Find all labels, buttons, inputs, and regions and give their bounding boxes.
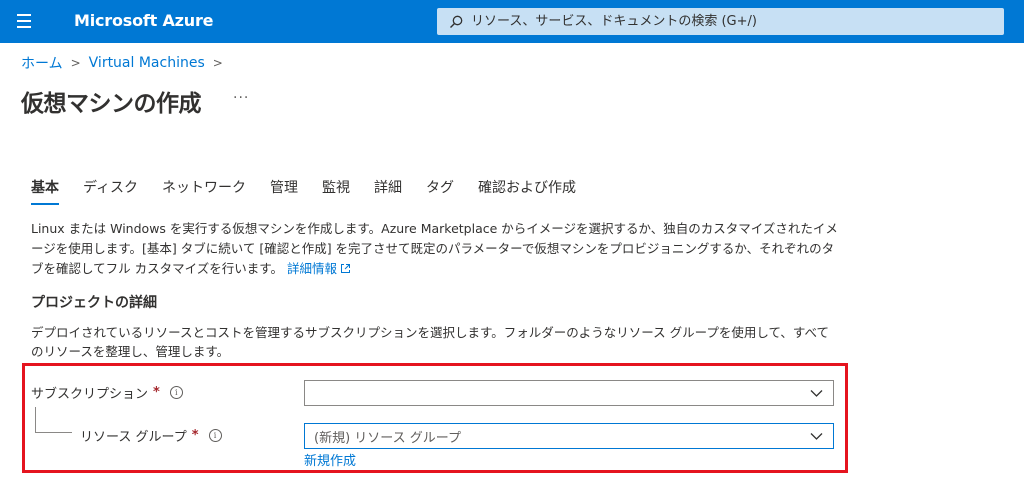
resource-group-value: (新規) リソース グループ	[314, 430, 461, 446]
tab-basics[interactable]: 基本	[31, 177, 59, 205]
tab-review-create[interactable]: 確認および作成	[478, 177, 576, 205]
resource-group-label-row: リソース グループ * i	[80, 426, 222, 445]
tab-networking[interactable]: ネットワーク	[162, 177, 246, 205]
project-details-description: デプロイされているリソースとコストを管理するサブスクリプションを選択します。フォ…	[31, 325, 829, 359]
external-link-icon	[340, 264, 350, 273]
global-search[interactable]	[437, 8, 1004, 35]
tab-tags[interactable]: タグ	[426, 177, 454, 205]
tab-disks[interactable]: ディスク	[83, 177, 138, 205]
subscription-label-row: サブスクリプション * i	[31, 383, 183, 402]
search-input[interactable]	[469, 13, 993, 30]
intro-text: Linux または Windows を実行する仮想マシンを作成します。Azure…	[31, 221, 838, 276]
create-new-resource-group-link[interactable]: 新規作成	[304, 450, 356, 469]
resource-group-label: リソース グループ	[80, 430, 187, 445]
required-marker: *	[191, 428, 199, 443]
chevron-down-icon	[810, 390, 823, 397]
breadcrumb-separator: >	[70, 56, 81, 70]
tree-connector	[35, 407, 72, 433]
page-title: 仮想マシンの作成	[21, 91, 202, 117]
tab-advanced[interactable]: 詳細	[374, 177, 402, 205]
section-title-project-details: プロジェクトの詳細	[31, 295, 157, 311]
more-options-button[interactable]: ···	[233, 90, 249, 106]
info-icon[interactable]: i	[169, 386, 183, 399]
subscription-label: サブスクリプション	[31, 387, 149, 402]
subscription-dropdown[interactable]	[304, 380, 834, 406]
tab-monitoring[interactable]: 監視	[322, 177, 350, 205]
tab-management[interactable]: 管理	[270, 177, 298, 205]
breadcrumb: ホーム > Virtual Machines >	[21, 53, 223, 73]
brand-title[interactable]: Microsoft Azure	[74, 11, 214, 30]
learn-more-link[interactable]: 詳細情報	[287, 261, 351, 276]
required-marker: *	[153, 385, 160, 400]
resource-group-dropdown[interactable]: (新規) リソース グループ	[304, 423, 834, 449]
breadcrumb-separator: >	[212, 56, 223, 70]
breadcrumb-home[interactable]: ホーム	[21, 53, 63, 73]
info-icon[interactable]: i	[208, 429, 222, 442]
intro-text-block: Linux または Windows を実行する仮想マシンを作成します。Azure…	[31, 219, 841, 279]
learn-more-label: 詳細情報	[286, 261, 337, 276]
menu-icon[interactable]	[12, 10, 36, 32]
top-bar: Microsoft Azure	[0, 0, 1024, 43]
wizard-tabs: 基本 ディスク ネットワーク 管理 監視 詳細 タグ 確認および作成	[31, 177, 600, 205]
breadcrumb-virtual-machines[interactable]: Virtual Machines	[89, 55, 205, 71]
chevron-down-icon	[810, 433, 823, 440]
search-icon	[450, 15, 463, 28]
